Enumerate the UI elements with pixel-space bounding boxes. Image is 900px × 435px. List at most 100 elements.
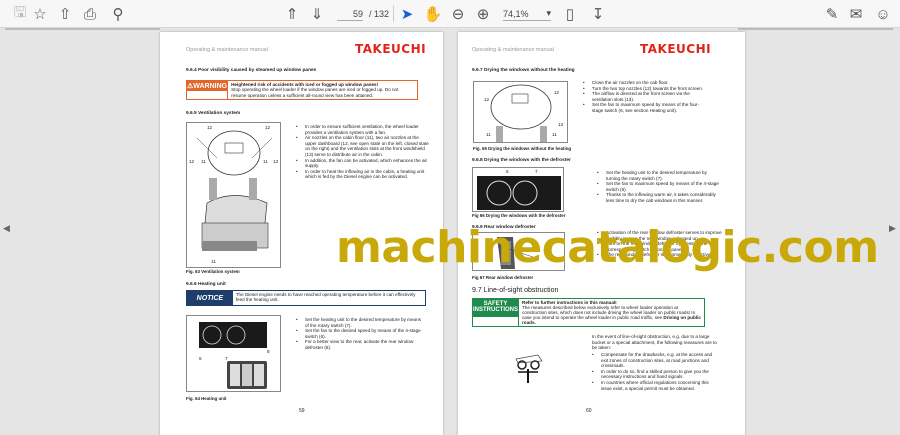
section-heading: 9.6.7 Drying the windows without the hea… [472,68,575,73]
pdf-toolbar: 🖫 ☆ ⇧ ⎙ ⚲ ⇑ ⇓ / 132 ➤ ✋ ⊖ ⊕ 74,1% ▾ ▯ ↧ ✎… [0,0,900,28]
safety-instructions-box: SAFETY INSTRUCTIONS Refer to further ins… [472,298,705,327]
list-item: Set the fan to the desired speed by mean… [296,328,426,339]
figure-heating-unit: 6 7 8 [186,315,281,392]
page-number-input[interactable] [337,7,363,21]
figure-ventilation-system: 12 12 12 11 11 13 11 [186,122,281,268]
page-header: Operating & maintenance manual [472,47,554,53]
heating-bullets: Set the heating unit to the desired temp… [296,317,426,351]
page-navigator: / 132 [337,7,397,21]
upload-icon[interactable]: ⇧ [55,4,75,24]
section-heading: 9.6.8 Drying the windows with the defros… [472,158,571,163]
page-total: / 132 [369,9,390,19]
select-cursor-icon[interactable]: ➤ [397,4,417,24]
add-user-icon[interactable]: ☺ [873,4,893,24]
list-item: Set the heating unit to the desired temp… [597,170,722,181]
page-up-icon[interactable]: ⇑ [282,4,302,24]
zoom-value: 74,1% [503,8,529,19]
page-number: 59 [299,408,305,414]
callout-label: 12 [484,97,490,102]
figure-caption: Fig. 64 Heating unit [186,396,227,401]
list-item: The rear window defroster is automatical… [597,252,722,258]
callout-label: 8 [535,255,538,260]
callout-label: 13 [558,122,564,127]
figure-defroster-panel: 6 7 [472,167,564,212]
callout-label: 7 [225,356,228,361]
fit-page-icon[interactable]: ▯ [560,4,580,24]
pdf-page-60: Operating & maintenance manual TAKEUCHI … [458,32,745,435]
hand-icon[interactable]: ✋ [423,4,443,24]
section-heading: 9.7 Line-of-sight obstruction [472,287,559,294]
callout-label: 12 [207,125,213,130]
page-header: Operating & maintenance manual [186,47,268,53]
drying-bullets: Close the air nozzles on the cab floor. … [583,80,708,114]
figure-caption: Fig 66 Drying the windows with the defro… [472,213,566,218]
callout-label: 11 [552,132,557,137]
figure-drying-without-heating: 12 12 13 11 11 [473,81,568,143]
warning-label: ⚠WARNING [187,81,228,91]
heating-panel-illustration [477,176,561,210]
section-heading: 9.6.6 Heating unit [186,282,226,287]
list-item: Thanks to the inflowing warm air, it tak… [597,192,722,203]
list-item: Compensate for the drawbacks, e.g. at th… [592,352,720,369]
warning-title: Heightened risk of accidents with iced o… [231,82,379,87]
list-item: Set the heating unit to the desired temp… [296,317,426,328]
los-bullets: Compensate for the drawbacks, e.g. at th… [592,352,720,391]
callout-label: 12 [265,125,271,130]
scroll-mode-icon[interactable]: ↧ [588,4,608,24]
warning-box: ⚠WARNING Heightened risk of accidents wi… [186,80,418,100]
los-intro: In the event of line-of-sight obstructio… [592,334,717,351]
scroll-indicator-left [5,28,160,30]
print-icon[interactable]: ⎙ [80,4,100,24]
warning-text: Stop operating the wheel loader if the w… [231,87,399,98]
list-item: In countries where official regulations … [592,380,720,391]
chevron-down-icon: ▾ [546,8,551,18]
notice-label: NOTICE [187,291,233,305]
callout-label: 7 [535,169,538,174]
search-icon[interactable]: ⚲ [108,4,128,24]
switch-illustration [497,237,534,269]
safety-label: SAFETY INSTRUCTIONS [473,299,518,317]
section-heading: 9.6.5 Ventilation system [186,111,241,116]
rear-defroster-bullets: Activation of the rear window defroster … [597,230,722,258]
ventilation-bullets: In order to ensure sufficient ventilatio… [296,124,431,180]
callout-label: 11 [201,159,206,164]
zoom-in-icon[interactable]: ⊕ [473,4,493,24]
figure-caption: Fig. 65 Drying the windows without the h… [473,146,572,151]
email-icon[interactable]: ✉ [846,4,866,24]
list-item: In addition, the fan can be activated, w… [296,158,431,169]
list-item: Turn on the rear window defroster by pre… [597,241,722,252]
toolbar-divider [393,6,394,22]
signaller-illustration [515,354,543,383]
takeuchi-logo: TAKEUCHI [355,42,427,56]
pdf-page-59: Operating & maintenance manual TAKEUCHI … [160,32,443,435]
page-number: 60 [586,408,592,414]
previous-page-arrow-icon[interactable]: ◀ [3,223,10,234]
save-icon[interactable]: 🖫 [10,4,30,24]
list-item: In order to ensure sufficient ventilatio… [296,124,431,135]
list-item: In order to do so, find a skilled person… [592,369,720,380]
list-item: Air nozzles on the cabin floor (11), two… [296,135,431,157]
figure-rear-window-defroster: 8 [472,232,565,271]
notice-box: NOTICE The Diesel engine needs to have r… [186,290,426,306]
list-item: For a better view to the rear, activate … [296,339,426,350]
callout-label: 6 [199,356,202,361]
section-heading: 9.6.9 Rear window defroster [472,225,536,230]
bookmark-star-icon[interactable]: ☆ [30,4,50,24]
callout-label: 13 [273,159,279,164]
callout-label: 6 [506,169,509,174]
defroster-bullets: Set the heating unit to the desired temp… [597,170,722,204]
zoom-select[interactable]: 74,1% ▾ [503,7,551,21]
figure-caption: Fig. 63 Ventilation system [186,269,240,274]
page-down-icon[interactable]: ⇓ [307,4,327,24]
next-page-arrow-icon[interactable]: ▶ [889,223,896,234]
sign-icon[interactable]: ✎ [822,4,842,24]
list-item: Set the fan to maximum speed by means of… [597,181,722,192]
cabin-seat-illustration [196,130,273,251]
list-item: In order to heat the inflowing air in th… [296,169,431,180]
callout-label: 11 [486,132,491,137]
list-item: Set the fan to maximum speed by means of… [583,102,708,113]
zoom-out-icon[interactable]: ⊖ [448,4,468,24]
scroll-indicator-right [738,28,893,30]
list-item: The airflow is directed at the front scr… [583,91,708,102]
callout-label: 12 [189,159,195,164]
